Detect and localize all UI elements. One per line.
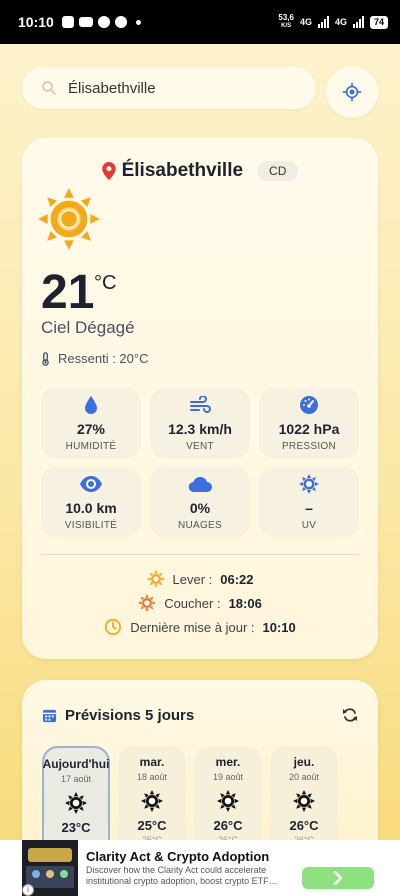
sync-icon [97,16,110,28]
metric-label: UV [301,520,317,531]
forecast-title: Prévisions 5 jours [65,707,195,724]
day-date: 18 août [136,772,168,782]
youtube-icon [78,17,93,27]
ad-info-icon[interactable]: i [22,884,34,896]
divider [41,554,359,555]
metric-label: VISIBILITÉ [64,520,118,531]
day-name: jeu. [293,755,315,769]
day-high: 23°C [61,820,91,835]
calendar-icon [42,709,57,723]
last-update-time: 10:10 [262,619,296,635]
sun-icon [38,188,100,250]
day-high: 25°C [137,818,167,833]
metrics-grid: 27% HUMIDITÉ 12.3 km/h VENT 1022 hPa PRE… [41,388,359,537]
location-header: Élisabethville CD [22,160,378,182]
status-time: 10:10 [18,14,54,30]
day-name: mar. [139,755,165,769]
metric-value: – [305,500,313,516]
network-type-1: 4G [299,17,312,27]
cloud-icon [188,476,212,493]
thermometer-icon [42,351,49,366]
search-icon [42,81,56,95]
battery-icon: 74 [369,15,388,29]
status-right: 53,6 K/S 4G 4G 74 [278,14,388,30]
weather-condition: Ciel Dégagé [41,318,135,337]
day-name: Aujourd'hui [42,757,110,771]
metric-label: PRESSION [281,441,337,452]
forecast-header: Prévisions 5 jours [42,707,194,724]
search-bar[interactable] [22,67,316,109]
current-temperature: 21 [41,266,95,319]
metric-value: 27% [76,421,106,437]
net-speed: 53,6 K/S [278,14,294,30]
gauge-icon [300,396,318,414]
country-code-badge: CD [257,161,299,181]
metric-label: VENT [186,441,214,452]
last-update-row: Dernière mise à jour : 10:10 [22,618,378,636]
app-notification-icon [61,16,74,28]
metric-value: 1022 hPa [278,421,340,437]
current-weather-card: Élisabethville CD 21 °C Ciel Dégagé Ress… [22,138,378,659]
ad-text: Clarity Act & Crypto Adoption Discover h… [86,849,296,887]
droplet-icon [85,396,97,414]
metric-value: 0% [189,500,211,516]
day-high: 26°C [213,818,243,833]
metric-value: 10.0 km [65,500,117,516]
sun-icon [217,790,239,812]
sunrise-time: 06:22 [220,571,254,587]
sunrise-row: Lever : 06:22 [22,570,378,588]
day-date: 20 août [288,772,320,782]
status-bar: 10:10 53,6 K/S 4G 4G 74 [0,0,400,44]
clock-icon [105,618,122,636]
day-date: 19 août [212,772,244,782]
feels-like: Ressenti : 20°C [41,351,148,366]
metric-label: NUAGES [177,520,223,531]
day-name: mer. [215,755,241,769]
map-pin-icon [101,162,116,180]
refresh-icon[interactable] [342,707,358,723]
metric-clouds: 0% NUAGES [150,467,250,537]
wind-icon [190,396,211,413]
signal-icon-2 [352,16,364,28]
sun-icon [293,790,315,812]
more-notifications-icon [135,19,141,25]
ad-description: Discover how the Clarity Act could accel… [86,865,278,886]
metric-uv: – UV [259,467,359,537]
notification-icons [61,16,141,28]
eye-icon [80,476,102,492]
last-update-label: Dernière mise à jour : [130,619,255,635]
metric-value: 12.3 km/h [168,421,232,437]
facebook-icon [114,16,127,28]
feels-like-text: Ressenti : 20°C [58,351,149,366]
sunset-icon [138,594,157,612]
network-type-2: 4G [334,17,347,27]
day-high: 26°C [289,818,319,833]
search-input[interactable] [68,79,298,97]
net-speed-unit: K/S [281,23,292,29]
metric-visibility: 10.0 km VISIBILITÉ [41,467,141,537]
city-name: Élisabethville [121,160,244,181]
sun-icon [65,792,87,814]
sun-icon [141,790,163,812]
ad-cta-button[interactable] [302,867,374,889]
sunset-time: 18:06 [228,595,262,611]
net-speed-value: 53,6 [278,13,294,22]
metric-pressure: 1022 hPa PRESSION [259,388,359,458]
day-date: 17 août [60,774,92,784]
sunrise-label: Lever : [172,571,213,587]
sunrise-icon [146,570,165,588]
signal-icon [317,16,329,28]
ad-title: Clarity Act & Crypto Adoption [86,849,270,864]
metric-label: HUMIDITÉ [65,441,117,452]
sunset-row: Coucher : 18:06 [22,594,378,612]
metric-humidity: 27% HUMIDITÉ [41,388,141,458]
chevron-right-icon [333,871,343,885]
sun-uv-icon [299,474,319,494]
temperature-unit: °C [94,272,117,294]
crosshair-icon [342,82,362,102]
locate-me-button[interactable] [326,66,378,118]
sunset-label: Coucher : [164,595,221,611]
metric-wind: 12.3 km/h VENT [150,388,250,458]
